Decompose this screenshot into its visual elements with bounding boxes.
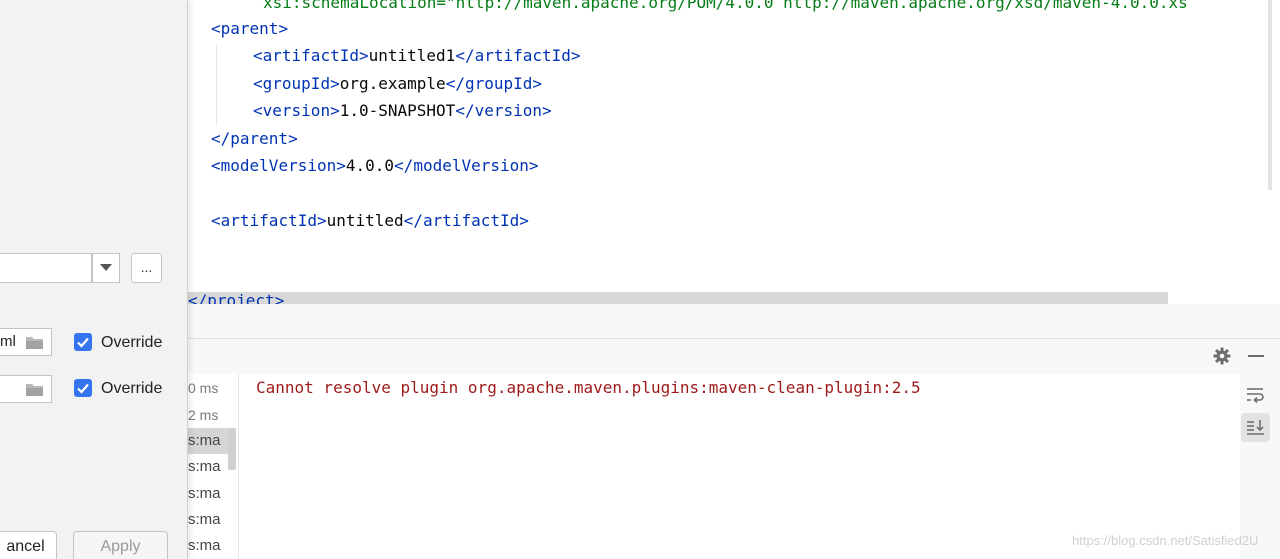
code-line-parent-open: <parent>: [211, 19, 289, 38]
maven-home-combobox[interactable]: [0, 253, 92, 283]
tree-item[interactable]: 0 ms: [188, 375, 228, 401]
indent-guide: [216, 44, 217, 126]
tree-item[interactable]: s:ma: [188, 454, 228, 480]
folder-icon[interactable]: [25, 382, 44, 397]
scroll-to-end-icon: [1247, 420, 1264, 435]
browse-button[interactable]: ...: [131, 253, 162, 283]
code-line-parent-close: </parent>: [211, 129, 298, 148]
artifactid2-tag: artifactId: [220, 211, 317, 230]
soft-wrap-icon: [1247, 388, 1264, 404]
code-editor[interactable]: xsi:schemaLocation="http://maven.apache.…: [188, 0, 1280, 304]
soft-wrap-button[interactable]: [1241, 380, 1270, 409]
chevron-down-icon: [100, 264, 112, 271]
checkmark-icon: [77, 383, 89, 394]
tree-item[interactable]: 2 ms: [188, 402, 228, 428]
version-close-tag: version: [474, 101, 543, 120]
gear-icon[interactable]: [1212, 346, 1232, 366]
run-panel-header: [188, 339, 1280, 374]
code-line-modelversion: <modelVersion>4.0.0</modelVersion>: [211, 156, 539, 175]
code-line-project-close: </project>: [188, 294, 284, 304]
version-value: 1.0-SNAPSHOT: [339, 101, 456, 120]
artifactid2-value: untitled: [326, 211, 404, 230]
code-line-groupid: <groupId>org.example</groupId>: [253, 74, 543, 93]
modelversion-close-tag: modelVersion: [413, 156, 529, 175]
checkmark-icon: [77, 337, 89, 348]
cancel-button[interactable]: ancel: [0, 531, 57, 559]
modelversion-value: 4.0.0: [345, 156, 395, 175]
local-repository-field[interactable]: [0, 375, 52, 403]
tree-item[interactable]: s:ma: [188, 481, 228, 507]
minimize-icon[interactable]: [1246, 346, 1266, 366]
override-checkbox-2[interactable]: [74, 379, 92, 397]
tree-scrollbar[interactable]: [228, 428, 236, 470]
tree-item[interactable]: s:ma: [188, 428, 228, 454]
override-checkbox-1[interactable]: [74, 333, 92, 351]
artifactid-close-tag: artifactId: [474, 46, 571, 65]
watermark: https://blog.csdn.net/Satisfied2U: [1072, 533, 1259, 548]
editor-panel-splitter[interactable]: [188, 304, 1280, 339]
console-output[interactable]: Cannot resolve plugin org.apache.maven.p…: [239, 374, 1239, 559]
parent-open-tag: parent: [220, 19, 279, 38]
console-error-message: Cannot resolve plugin org.apache.maven.p…: [256, 378, 921, 397]
code-line-artifactid1: <artifactId>untitled1</artifactId>: [253, 46, 581, 65]
modelversion-tag: modelVersion: [220, 156, 337, 175]
groupid-tag: groupId: [262, 74, 331, 93]
artifactid-tag: artifactId: [262, 46, 359, 65]
code-line-schema: xsi:schemaLocation="http://maven.apache.…: [263, 0, 1188, 14]
groupid-close-tag: groupId: [464, 74, 533, 93]
code-line-artifactid2: <artifactId>untitled</artifactId>: [211, 211, 529, 230]
groupid-value: org.example: [339, 74, 446, 93]
tree-item[interactable]: s:ma: [188, 507, 228, 533]
user-settings-file-value: ml: [0, 333, 16, 350]
user-settings-file-field[interactable]: ml: [0, 328, 52, 356]
version-tag: version: [262, 101, 331, 120]
parent-close-tag: parent: [230, 129, 289, 148]
schema-value: "http://maven.apache.org/POM/4.0.0 http:…: [446, 0, 1188, 12]
scroll-to-end-button[interactable]: [1241, 413, 1270, 442]
apply-button[interactable]: Apply: [73, 531, 168, 559]
schema-attr: xsi:schemaLocation=: [263, 0, 447, 12]
folder-icon[interactable]: [25, 335, 44, 350]
combobox-dropdown-button[interactable]: [92, 253, 120, 283]
editor-horizontal-scrollbar[interactable]: [188, 292, 1168, 304]
tree-item[interactable]: s:ma: [188, 533, 228, 559]
project-close-tag: project>: [207, 294, 285, 304]
override-label-2[interactable]: Override: [101, 379, 162, 399]
editor-vertical-scrollbar[interactable]: [1268, 0, 1272, 190]
artifactid1-value: untitled1: [368, 46, 456, 65]
artifactid2-close-tag: artifactId: [422, 211, 520, 230]
code-line-version: <version>1.0-SNAPSHOT</version>: [253, 101, 552, 120]
override-label-1[interactable]: Override: [101, 333, 162, 353]
